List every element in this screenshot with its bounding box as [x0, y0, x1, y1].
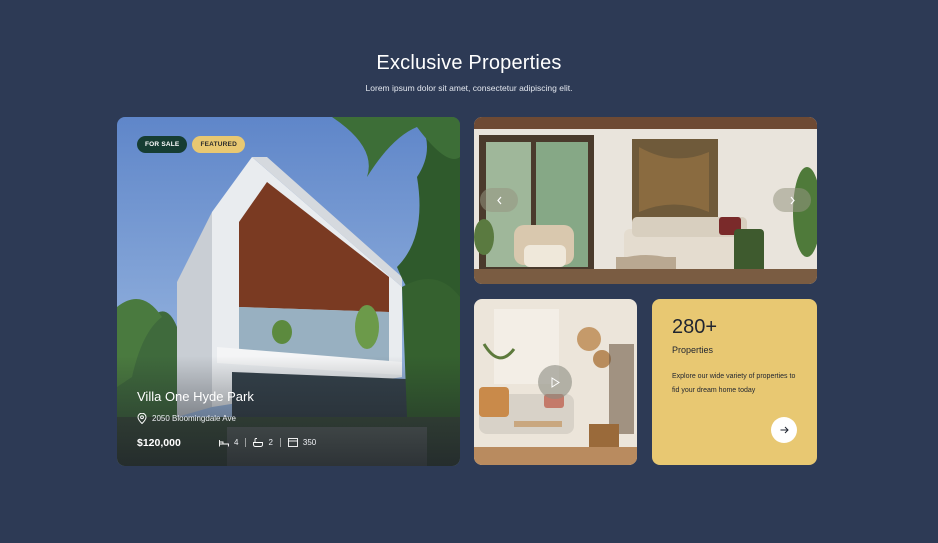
for-sale-badge: FOR SALE — [137, 136, 188, 153]
location-pin-icon — [137, 413, 147, 424]
area-value: 350 — [302, 438, 317, 447]
property-price: $120,000 — [137, 437, 181, 449]
card-overlay — [117, 356, 460, 466]
bed-icon — [219, 439, 229, 446]
area-icon — [287, 438, 298, 447]
address-text: 2050 Bloomingdale Ave — [152, 414, 236, 423]
property-specs: 4 2 350 — [212, 438, 323, 447]
gallery-prev-button[interactable] — [480, 188, 518, 212]
explore-arrow-button[interactable] — [771, 417, 797, 443]
section-title: Exclusive Properties — [376, 52, 562, 74]
gallery-next-button[interactable] — [773, 188, 811, 212]
properties-count: 280+ — [672, 316, 718, 338]
interior-gallery-card[interactable] — [474, 117, 817, 284]
chevron-left-icon — [496, 196, 501, 204]
beds-value: 4 — [234, 438, 239, 447]
living-room-photo — [474, 117, 817, 284]
featured-badge: FEATURED — [192, 136, 245, 153]
play-button[interactable] — [538, 365, 572, 399]
chevron-right-icon — [790, 196, 795, 204]
properties-stats-card: 280+ Properties Explore our wide variety… — [652, 299, 817, 465]
arrow-right-icon — [780, 426, 789, 434]
beds-spec: 4 — [212, 438, 245, 447]
baths-value: 2 — [268, 438, 273, 447]
area-spec: 350 — [279, 438, 323, 447]
bath-icon — [253, 438, 264, 447]
badge-group: FOR SALE FEATURED — [137, 136, 245, 153]
properties-label: Properties — [672, 345, 714, 355]
section-subtitle: Lorem ipsum dolor sit amet, consectetur … — [365, 83, 573, 93]
property-address: 2050 Bloomingdale Ave — [137, 413, 236, 424]
section-header: Exclusive Properties Lorem ipsum dolor s… — [0, 52, 938, 93]
featured-property-card[interactable]: FOR SALE FEATURED Villa One Hyde Park 20… — [117, 117, 460, 466]
properties-description: Explore our wide variety of properties t… — [672, 373, 796, 394]
play-icon — [551, 376, 560, 388]
baths-spec: 2 — [245, 438, 279, 447]
video-tour-card[interactable] — [474, 299, 637, 465]
property-title[interactable]: Villa One Hyde Park — [137, 389, 254, 404]
